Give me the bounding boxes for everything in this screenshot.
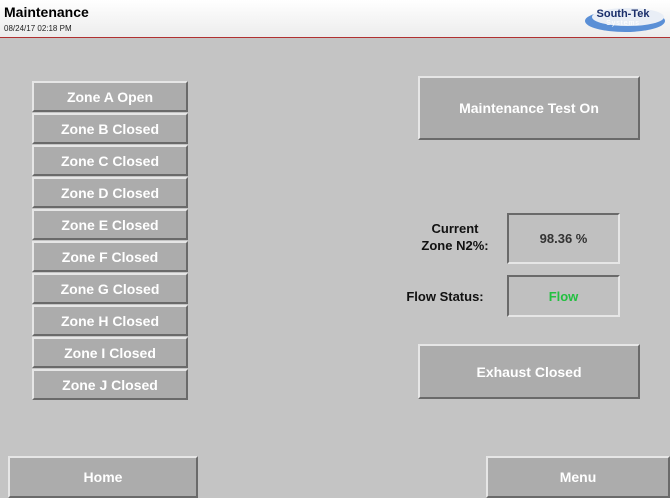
logo-name: South-Tek [596, 8, 650, 20]
current-zone-n2-label-line2: Zone N2%: [421, 238, 489, 253]
zone-d-button[interactable]: Zone D Closed [32, 177, 188, 208]
current-zone-n2-label-line1: Current [431, 221, 479, 236]
zone-h-button[interactable]: Zone H Closed [32, 305, 188, 336]
zone-c-button[interactable]: Zone C Closed [32, 145, 188, 176]
company-logo: South-Tek Systems [584, 5, 666, 33]
datetime: 08/24/17 02:18 PM [4, 24, 72, 33]
zone-e-button[interactable]: Zone E Closed [32, 209, 188, 240]
zone-b-button[interactable]: Zone B Closed [32, 113, 188, 144]
page-title: Maintenance [4, 4, 89, 20]
logo-sub: Systems [606, 20, 640, 27]
current-zone-n2-label: Current Zone N2%: [410, 220, 500, 254]
zone-a-button[interactable]: Zone A Open [32, 81, 188, 112]
zone-f-button[interactable]: Zone F Closed [32, 241, 188, 272]
zone-i-button[interactable]: Zone I Closed [32, 337, 188, 368]
zone-g-button[interactable]: Zone G Closed [32, 273, 188, 304]
exhaust-button[interactable]: Exhaust Closed [418, 344, 640, 399]
zone-j-button[interactable]: Zone J Closed [32, 369, 188, 400]
maintenance-test-button[interactable]: Maintenance Test On [418, 76, 640, 140]
menu-button[interactable]: Menu [486, 456, 670, 498]
current-zone-n2-value: 98.36 % [507, 213, 620, 264]
flow-status-label: Flow Status: [406, 289, 484, 304]
home-button[interactable]: Home [8, 456, 198, 498]
flow-status-value: Flow [507, 275, 620, 317]
header-bar: Maintenance 08/24/17 02:18 PM South-Tek … [0, 0, 670, 38]
